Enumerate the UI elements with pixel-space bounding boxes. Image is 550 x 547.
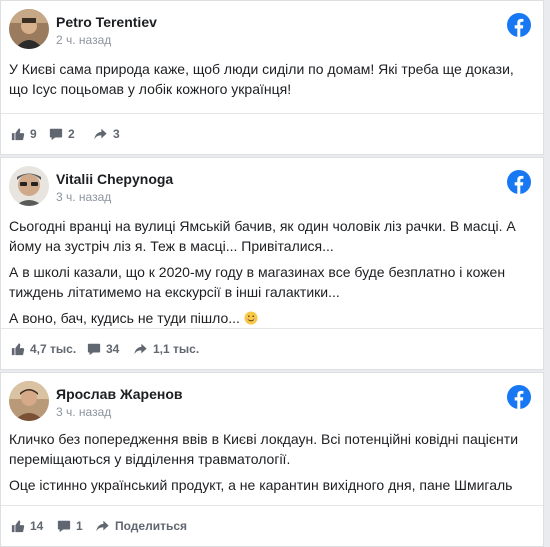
like-count[interactable]: 14 bbox=[11, 518, 43, 534]
thumbs-up-icon bbox=[11, 128, 25, 141]
post-timestamp[interactable]: 3 ч. назад bbox=[56, 405, 111, 419]
post-paragraph: У Києві сама природа каже, щоб люди сиді… bbox=[9, 61, 514, 97]
like-count[interactable]: 9 bbox=[11, 126, 37, 142]
post-footer: 4,7 тыс. 34 1,1 тыс. bbox=[1, 328, 543, 369]
post-card: Petro Terentiev 2 ч. назад У Києві сама … bbox=[0, 0, 544, 155]
share-count[interactable]: 3 bbox=[93, 126, 120, 142]
share-arrow-icon bbox=[94, 128, 107, 140]
post-paragraph: Сьогодні вранці на вулиці Ямській бачив,… bbox=[9, 218, 516, 254]
comment-icon bbox=[49, 128, 63, 141]
post-paragraph: А в школі казали, що к 2020-му году в ма… bbox=[9, 264, 506, 300]
share-button[interactable]: Поделиться bbox=[95, 518, 187, 534]
post-paragraph: Кличко без попередження ввів в Києві лок… bbox=[9, 431, 519, 467]
post-paragraph: Оце істинно український продукт, а не ка… bbox=[9, 477, 513, 493]
facebook-icon[interactable] bbox=[507, 13, 531, 37]
post-timestamp[interactable]: 2 ч. назад bbox=[56, 33, 111, 47]
share-count[interactable]: 1,1 тыс. bbox=[133, 341, 199, 357]
post-card: Vitalii Chepynoga 3 ч. назад Сьогодні вр… bbox=[0, 157, 544, 370]
share-arrow-icon bbox=[134, 343, 147, 355]
comment-icon bbox=[57, 520, 71, 533]
post-text: Кличко без попередження ввів в Києві лок… bbox=[9, 429, 531, 501]
avatar[interactable] bbox=[9, 166, 49, 206]
comment-count[interactable]: 1 bbox=[57, 518, 83, 534]
facebook-icon[interactable] bbox=[507, 170, 531, 194]
post-text: У Києві сама природа каже, щоб люди сиді… bbox=[9, 59, 531, 105]
author-name[interactable]: Ярослав Жаренов bbox=[56, 386, 183, 402]
thumbs-up-icon bbox=[11, 343, 25, 356]
avatar[interactable] bbox=[9, 9, 49, 49]
post-paragraph: А воно, бач, кудись не туди пішло... bbox=[9, 308, 531, 328]
author-name[interactable]: Vitalii Chepynoga bbox=[56, 171, 173, 187]
post-timestamp[interactable]: 3 ч. назад bbox=[56, 190, 111, 204]
comment-count[interactable]: 2 bbox=[49, 126, 75, 142]
like-count[interactable]: 4,7 тыс. bbox=[11, 341, 76, 357]
author-name[interactable]: Petro Terentiev bbox=[56, 14, 157, 30]
thumbs-up-icon bbox=[11, 520, 25, 533]
post-footer: 9 2 3 bbox=[1, 113, 543, 154]
feed: Petro Terentiev 2 ч. назад У Києві сама … bbox=[0, 0, 550, 547]
post-card: Ярослав Жаренов 3 ч. назад Кличко без по… bbox=[0, 372, 544, 547]
post-footer: 14 1 Поделиться bbox=[1, 505, 543, 546]
facebook-icon[interactable] bbox=[507, 385, 531, 409]
avatar[interactable] bbox=[9, 381, 49, 421]
smiling-face-icon bbox=[244, 311, 258, 325]
post-text: Сьогодні вранці на вулиці Ямській бачив,… bbox=[9, 216, 531, 334]
share-arrow-icon bbox=[96, 520, 109, 532]
comment-icon bbox=[87, 343, 101, 356]
comment-count[interactable]: 34 bbox=[87, 341, 119, 357]
